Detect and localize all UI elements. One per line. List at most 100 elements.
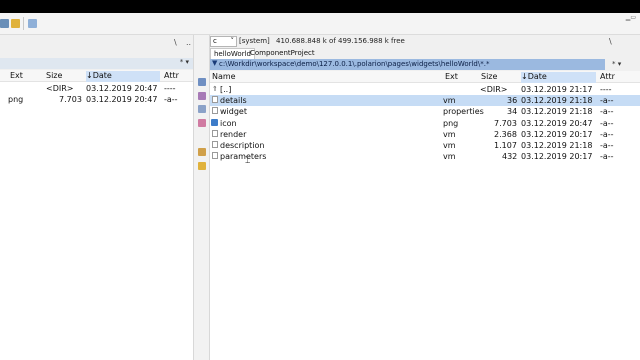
delete-icon[interactable] bbox=[198, 119, 206, 127]
file-attr: -a-- bbox=[600, 152, 614, 162]
left-col-attr[interactable]: Attr bbox=[164, 71, 179, 80]
file-date: 03.12.2019 20:17 bbox=[521, 129, 593, 139]
left-col-size[interactable]: Size bbox=[46, 71, 62, 80]
toolbar: ▁▭ bbox=[0, 13, 640, 35]
file-date: 03.12.2019 21:18 bbox=[521, 96, 593, 106]
chevron-down-icon: ˅ bbox=[230, 37, 235, 45]
file-size: 1.107 bbox=[494, 140, 517, 150]
file-date: 03.12.2019 21:18 bbox=[521, 140, 593, 150]
left-path-bar[interactable]: * ▾ bbox=[0, 58, 193, 69]
right-col-size[interactable]: Size bbox=[481, 72, 497, 81]
file-icon bbox=[212, 107, 218, 115]
file-attr: ---- bbox=[600, 85, 612, 94]
left-parent-button[interactable]: .. bbox=[186, 38, 191, 47]
file-size: 7.703 bbox=[494, 118, 517, 128]
left-row-attr: -a-- bbox=[164, 95, 178, 104]
drive-free-space: 410.688.848 k of 499.156.988 k free bbox=[276, 37, 405, 45]
file-attr: -a-- bbox=[600, 96, 614, 106]
file-row[interactable]: description vm 1.107 03.12.2019 21:18 -a… bbox=[210, 140, 640, 151]
parent-dir-row[interactable]: ⇑ [..] <DIR> 03.12.2019 21:17 ---- bbox=[210, 84, 640, 95]
mouse-cursor-icon: ⌶ bbox=[245, 156, 251, 166]
image-icon bbox=[211, 118, 218, 126]
file-row[interactable]: render vm 2.368 03.12.2019 20:17 -a-- bbox=[210, 129, 640, 140]
drive-info: [system] 410.688.848 k of 499.156.988 k … bbox=[239, 37, 405, 45]
left-file-list: <DIR> 03.12.2019 20:47 ---- png 7.703 03… bbox=[0, 83, 193, 105]
right-col-name[interactable]: Name bbox=[212, 72, 236, 81]
tab-componentproject[interactable]: ComponentProject bbox=[247, 48, 318, 59]
file-date: 03.12.2019 20:17 bbox=[521, 152, 593, 162]
file-row-selected[interactable]: details vm 36 03.12.2019 21:18 -a-- bbox=[210, 95, 640, 107]
right-col-date[interactable]: ↓Date bbox=[521, 72, 596, 83]
toolbar-separator bbox=[23, 17, 24, 30]
folder-icon[interactable] bbox=[198, 162, 206, 170]
left-history-button[interactable]: * ▾ bbox=[180, 58, 189, 66]
archive-icon[interactable] bbox=[198, 148, 206, 156]
file-name: icon bbox=[220, 118, 237, 128]
right-col-ext[interactable]: Ext bbox=[445, 72, 458, 81]
copy-icon[interactable] bbox=[11, 19, 20, 28]
left-row-ext: png bbox=[8, 95, 24, 104]
file-row[interactable]: parameters vm 432 03.12.2019 20:17 -a-- bbox=[210, 151, 640, 162]
right-drive-bar: c ˅ [system] 410.688.848 k of 499.156.98… bbox=[210, 35, 640, 49]
drive-label: [system] bbox=[239, 37, 270, 45]
right-column-header: Name Ext Size ↓Date Attr bbox=[210, 71, 640, 83]
file-name: description bbox=[220, 140, 265, 150]
file-row[interactable]: icon png 7.703 03.12.2019 20:47 -a-- bbox=[210, 118, 640, 129]
file-manager-window: ▁▭ \ .. * ▾ Ext Size ↓Date Attr <DIR> 03… bbox=[0, 13, 640, 360]
file-attr: -a-- bbox=[600, 140, 614, 150]
file-attr: -a-- bbox=[600, 129, 614, 139]
left-drive-bar: \ .. bbox=[0, 35, 193, 51]
file-name: details bbox=[220, 96, 247, 106]
left-row-size: 7.703 bbox=[59, 95, 82, 104]
drive-letter: c bbox=[213, 37, 217, 45]
file-size: 36 bbox=[507, 96, 518, 106]
file-size: 34 bbox=[507, 107, 518, 117]
search-icon[interactable] bbox=[198, 92, 206, 100]
right-path-bar[interactable]: ▼ c:\Workdir\workspace\demo\127.0.0.1\.p… bbox=[210, 59, 605, 70]
left-row-date: 03.12.2019 20:47 bbox=[86, 95, 158, 104]
file-ext: vm bbox=[443, 129, 456, 139]
file-date: 03.12.2019 21:18 bbox=[521, 107, 593, 117]
file-ext: vm bbox=[443, 96, 456, 106]
file-icon bbox=[212, 129, 218, 137]
left-col-ext[interactable]: Ext bbox=[10, 71, 23, 80]
file-icon bbox=[212, 96, 218, 104]
file-row[interactable]: widget properties 34 03.12.2019 21:18 -a… bbox=[210, 106, 640, 117]
file-ext: vm bbox=[443, 140, 456, 150]
left-file-row[interactable]: <DIR> 03.12.2019 20:47 ---- bbox=[0, 83, 193, 94]
right-col-attr[interactable]: Attr bbox=[600, 72, 615, 81]
file-name: render bbox=[220, 129, 247, 139]
copy-icon[interactable] bbox=[198, 78, 206, 86]
file-ext: vm bbox=[443, 152, 456, 162]
file-date: 03.12.2019 20:47 bbox=[521, 118, 593, 128]
left-column-header: Ext Size ↓Date Attr bbox=[0, 70, 193, 82]
left-row-attr: ---- bbox=[164, 84, 176, 93]
window-controls-icon[interactable]: ▁▭ bbox=[626, 14, 636, 21]
file-ext: png bbox=[443, 118, 459, 128]
right-history-button[interactable]: * ▾ bbox=[612, 60, 621, 68]
file-date: 03.12.2019 21:17 bbox=[521, 85, 593, 94]
rename-icon[interactable] bbox=[198, 105, 206, 113]
up-arrow-icon: ⇑ bbox=[212, 85, 218, 93]
left-root-button[interactable]: \ bbox=[174, 38, 177, 47]
left-row-date: 03.12.2019 20:47 bbox=[86, 84, 158, 93]
file-icon bbox=[212, 152, 218, 160]
file-size: 432 bbox=[502, 152, 518, 162]
file-ext: properties bbox=[443, 107, 484, 117]
current-path: c:\Workdir\workspace\demo\127.0.0.1\.pol… bbox=[219, 60, 490, 68]
file-name: widget bbox=[220, 107, 247, 117]
right-file-list: ⇑ [..] <DIR> 03.12.2019 21:17 ---- detai… bbox=[210, 84, 640, 162]
file-size: 2.368 bbox=[494, 129, 517, 139]
file-icon bbox=[212, 140, 218, 148]
left-file-row[interactable]: png 7.703 03.12.2019 20:47 -a-- bbox=[0, 94, 193, 105]
file-name: [..] bbox=[220, 85, 232, 94]
file-attr: -a-- bbox=[600, 107, 614, 117]
folder-icon[interactable] bbox=[0, 19, 9, 28]
history-arrow-icon[interactable]: ▼ bbox=[212, 59, 217, 67]
drive-select[interactable]: c ˅ bbox=[210, 36, 237, 47]
left-col-date[interactable]: ↓Date bbox=[86, 71, 160, 82]
file-name: parameters bbox=[220, 152, 267, 162]
file-size: <DIR> bbox=[480, 85, 508, 94]
right-root-button[interactable]: \ bbox=[609, 37, 612, 46]
notepad-icon[interactable] bbox=[28, 19, 37, 28]
